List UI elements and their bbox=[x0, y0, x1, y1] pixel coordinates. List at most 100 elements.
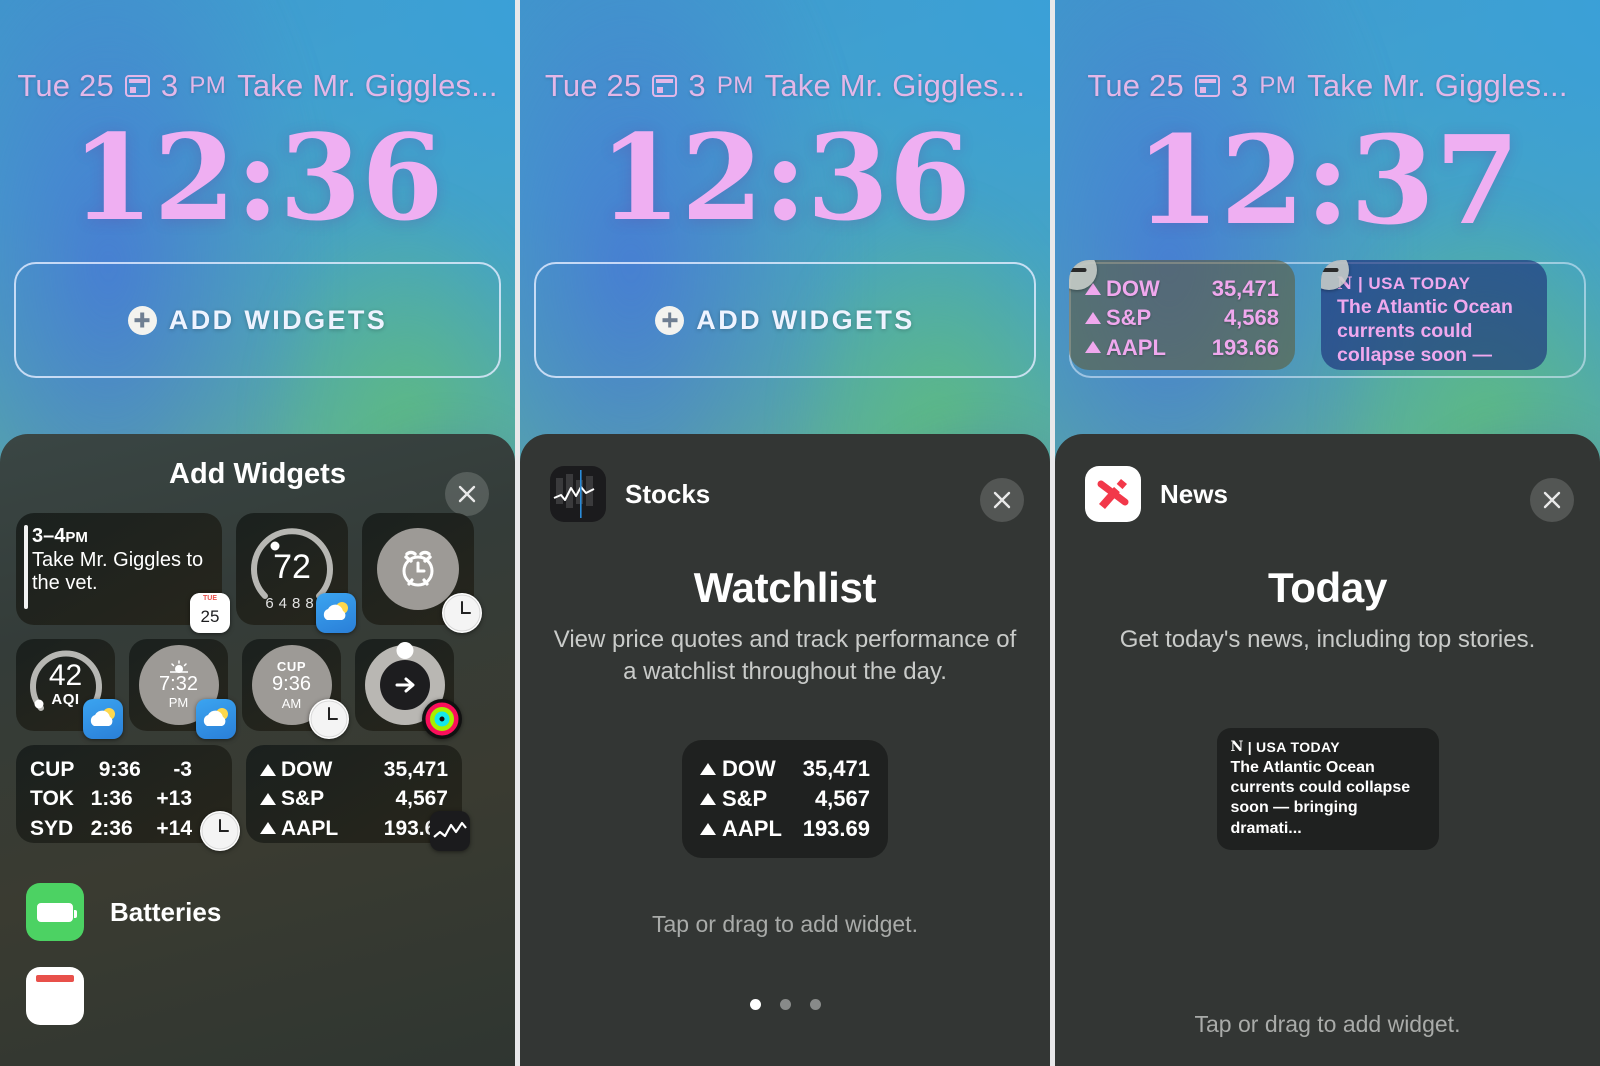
stock-symbol: S&P bbox=[1106, 305, 1152, 331]
news-app-mark: N bbox=[1230, 739, 1244, 756]
widget-air-quality[interactable]: 42 AQI bbox=[16, 639, 123, 739]
news-headline: The Atlantic Ocean currents could collap… bbox=[1230, 759, 1411, 837]
news-source-name: USA TODAY bbox=[1256, 739, 1341, 756]
close-icon[interactable] bbox=[445, 472, 489, 516]
lockscreen-clock: 12:36 bbox=[71, 108, 444, 247]
app-name: Batteries bbox=[110, 896, 222, 927]
news-source: N | USA TODAY bbox=[1337, 274, 1471, 294]
panel-stocks-widget-detail: Tue 25 3 PM Take Mr. Giggles... 12:36 ADD… bbox=[520, 0, 1050, 1066]
event-title: Take Mr. Giggles... bbox=[1307, 68, 1568, 103]
city-clock-widget-time: 9:36 bbox=[272, 673, 311, 696]
aqi-widget-value: 42 bbox=[48, 658, 83, 692]
clock-app-icon bbox=[200, 811, 240, 851]
sunset-icon bbox=[169, 659, 188, 673]
widget-title: Today bbox=[1267, 564, 1388, 611]
add-widgets-sheet: Add Widgets 3–4PM Take Mr. Giggles to th… bbox=[0, 434, 515, 1066]
fitness-app-icon bbox=[422, 699, 462, 739]
widget-preview[interactable]: N | USA TODAY The Atlantic Ocean current… bbox=[1055, 728, 1600, 850]
city-clock-widget-period: AM bbox=[281, 695, 302, 711]
list-item: DOW 35,471 bbox=[700, 754, 870, 784]
placed-widgets-row: DOW 35,471 S&P 4,568 AAPL 193.66 N | USA… bbox=[1069, 260, 1590, 380]
event-title: Take Mr. Giggles... bbox=[764, 68, 1026, 103]
news-widget-sheet: News Today Get today's news, including t… bbox=[1055, 434, 1600, 1066]
stock-symbol: DOW bbox=[281, 758, 333, 781]
news-source-name: USA TODAY bbox=[1368, 274, 1471, 293]
list-item: AAPL 193.69 bbox=[700, 814, 870, 844]
lockscreen-date: Tue 25 bbox=[544, 68, 642, 103]
weather-widget-low: 64 bbox=[265, 595, 292, 612]
event-time: 3 bbox=[1230, 68, 1249, 103]
close-icon[interactable] bbox=[1530, 478, 1574, 522]
lockscreen-clock: 12:37 bbox=[1135, 108, 1520, 252]
widget-preview[interactable]: DOW 35,471 S&P 4,567 AAPL 193.69 bbox=[520, 740, 1050, 859]
widget-weather-conditions[interactable]: 72 6488 bbox=[236, 513, 356, 633]
stocks-widget-sheet: Stocks Watchlist View price quotes and t… bbox=[520, 434, 1050, 1066]
world-clock-offset: +13 bbox=[156, 787, 192, 811]
stock-value: 4,567 bbox=[814, 786, 870, 812]
weather-widget-high: 88 bbox=[292, 595, 319, 612]
event-title: Take Mr. Giggles... bbox=[237, 68, 498, 103]
calendar-app-icon: TUE 25 bbox=[190, 593, 230, 633]
world-clock-city: CUP bbox=[30, 758, 75, 781]
panel-news-widget-detail: Tue 25 3 PM Take Mr. Giggles... 12:37 DOW… bbox=[1055, 0, 1600, 1066]
world-clock-city: TOK bbox=[30, 787, 74, 811]
list-item: S&P 4,568 bbox=[1085, 303, 1279, 332]
alarm-clock-icon bbox=[377, 528, 459, 610]
add-widgets-label: ADD WIDGETS bbox=[696, 304, 915, 335]
screenshot-stage: Tue 25 3 PM Take Mr. Giggles... 12:36 ADD… bbox=[0, 0, 1600, 1066]
stock-value: 4,567 bbox=[395, 787, 448, 811]
event-ampm: PM bbox=[1259, 72, 1297, 99]
sunset-widget-period: PM bbox=[168, 695, 189, 711]
calendar-icon bbox=[1194, 75, 1220, 97]
page-dot[interactable] bbox=[779, 999, 791, 1010]
list-item: DOW 35,471 bbox=[246, 755, 462, 784]
sheet-title: Add Widgets bbox=[169, 458, 346, 490]
weather-app-icon bbox=[196, 699, 236, 739]
widget-activity[interactable] bbox=[355, 639, 462, 739]
widget-row: CUP 9:36 -3 TOK 1:36 +13 SYD 2:36 +14 DO… bbox=[16, 745, 499, 851]
list-item-partial[interactable] bbox=[26, 967, 515, 1025]
plus-circle-icon bbox=[655, 305, 685, 335]
event-ampm: PM bbox=[189, 72, 227, 99]
world-clock-time: 9:36 bbox=[98, 758, 141, 781]
page-dot[interactable] bbox=[809, 999, 821, 1010]
placed-widget-news[interactable]: N | USA TODAY The Atlantic Ocean current… bbox=[1321, 260, 1547, 370]
stock-symbol: S&P bbox=[722, 786, 768, 812]
list-item: DOW 35,471 bbox=[1085, 274, 1279, 303]
panel-add-widgets-gallery: Tue 25 3 PM Take Mr. Giggles... 12:36 ADD… bbox=[0, 0, 515, 1066]
weather-widget-temp: 72 bbox=[273, 547, 311, 586]
widget-stocks-watchlist[interactable]: DOW 35,471 S&P 4,567 AAPL 193.69 bbox=[246, 745, 470, 851]
widget-calendar-event[interactable]: 3–4PM Take Mr. Giggles to the vet. TUE 2… bbox=[16, 513, 230, 633]
event-time: 3 bbox=[160, 68, 179, 103]
city-clock-widget-city: CUP bbox=[276, 659, 307, 675]
weather-app-icon bbox=[316, 593, 356, 633]
widget-alarm[interactable] bbox=[362, 513, 482, 633]
stock-value: 193.66 bbox=[1211, 334, 1279, 360]
page-indicator[interactable] bbox=[520, 999, 1050, 1010]
stock-value: 35,471 bbox=[383, 758, 448, 781]
close-icon[interactable] bbox=[980, 478, 1024, 522]
stock-value: 35,471 bbox=[802, 756, 870, 782]
triangle-up-icon bbox=[700, 763, 716, 776]
world-clock-time: 2:36 bbox=[90, 816, 133, 840]
event-ampm: PM bbox=[716, 72, 754, 99]
news-source: N | USA TODAY bbox=[1230, 739, 1341, 756]
placed-widget-stocks[interactable]: DOW 35,471 S&P 4,568 AAPL 193.66 bbox=[1069, 260, 1295, 370]
triangle-up-icon bbox=[260, 793, 276, 806]
lockscreen-status-line: Tue 25 3 PM Take Mr. Giggles... bbox=[1055, 68, 1600, 104]
widget-city-clock[interactable]: CUP 9:36 AM bbox=[242, 639, 349, 739]
sheet-app-name: Stocks bbox=[625, 478, 711, 509]
widget-sunset[interactable]: 7:32 PM bbox=[129, 639, 236, 739]
list-item: S&P 4,567 bbox=[246, 784, 462, 813]
stocks-app-icon bbox=[550, 466, 606, 522]
add-widgets-placeholder[interactable]: ADD WIDGETS bbox=[14, 262, 501, 378]
widget-description: View price quotes and track performance … bbox=[553, 626, 1017, 686]
triangle-up-icon bbox=[260, 822, 276, 835]
widget-world-clock[interactable]: CUP 9:36 -3 TOK 1:36 +13 SYD 2:36 +14 bbox=[16, 745, 240, 851]
page-dot[interactable] bbox=[749, 999, 761, 1010]
lockscreen-date: Tue 25 bbox=[1087, 68, 1184, 103]
lockscreen-clock: 12:36 bbox=[599, 108, 971, 247]
lockscreen-date: Tue 25 bbox=[17, 68, 114, 103]
add-widgets-placeholder[interactable]: ADD WIDGETS bbox=[534, 262, 1036, 378]
list-item-batteries[interactable]: Batteries bbox=[26, 883, 515, 941]
